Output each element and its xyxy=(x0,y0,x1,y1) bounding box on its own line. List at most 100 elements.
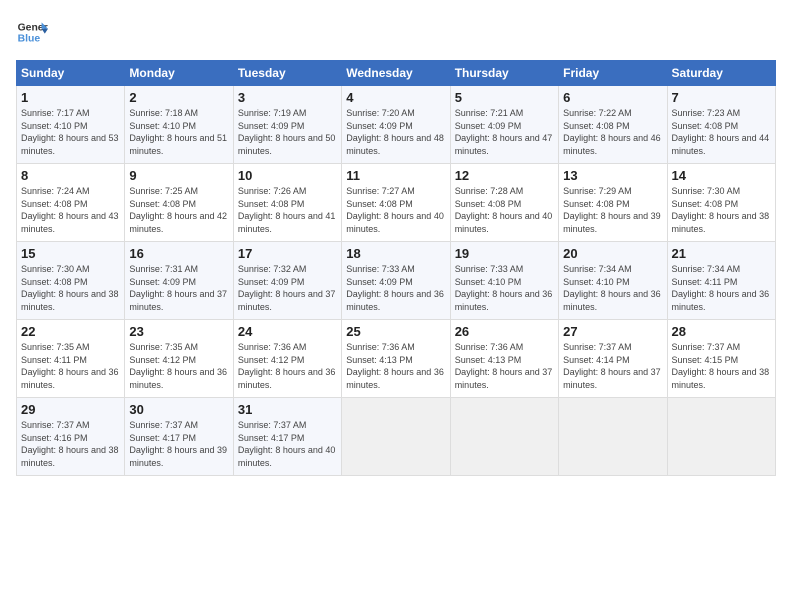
calendar-cell: 26 Sunrise: 7:36 AMSunset: 4:13 PMDayligh… xyxy=(450,320,558,398)
day-number: 9 xyxy=(129,168,228,183)
day-number: 7 xyxy=(672,90,771,105)
calendar-cell: 2 Sunrise: 7:18 AMSunset: 4:10 PMDaylight… xyxy=(125,86,233,164)
calendar-cell: 5 Sunrise: 7:21 AMSunset: 4:09 PMDaylight… xyxy=(450,86,558,164)
day-number: 26 xyxy=(455,324,554,339)
day-number: 5 xyxy=(455,90,554,105)
day-number: 2 xyxy=(129,90,228,105)
day-number: 29 xyxy=(21,402,120,417)
day-info: Sunrise: 7:25 AMSunset: 4:08 PMDaylight:… xyxy=(129,185,228,235)
calendar-week-2: 8 Sunrise: 7:24 AMSunset: 4:08 PMDaylight… xyxy=(17,164,776,242)
day-info: Sunrise: 7:35 AMSunset: 4:11 PMDaylight:… xyxy=(21,341,120,391)
day-info: Sunrise: 7:29 AMSunset: 4:08 PMDaylight:… xyxy=(563,185,662,235)
svg-text:Blue: Blue xyxy=(18,34,41,45)
day-number: 12 xyxy=(455,168,554,183)
day-info: Sunrise: 7:27 AMSunset: 4:08 PMDaylight:… xyxy=(346,185,445,235)
calendar-cell: 3 Sunrise: 7:19 AMSunset: 4:09 PMDaylight… xyxy=(233,86,341,164)
calendar-cell: 29 Sunrise: 7:37 AMSunset: 4:16 PMDayligh… xyxy=(17,398,125,476)
day-number: 25 xyxy=(346,324,445,339)
calendar-cell: 18 Sunrise: 7:33 AMSunset: 4:09 PMDayligh… xyxy=(342,242,450,320)
day-number: 15 xyxy=(21,246,120,261)
day-number: 1 xyxy=(21,90,120,105)
day-info: Sunrise: 7:19 AMSunset: 4:09 PMDaylight:… xyxy=(238,107,337,157)
day-number: 10 xyxy=(238,168,337,183)
calendar-cell: 23Sunrise: 7:35 AMSunset: 4:12 PMDayligh… xyxy=(125,320,233,398)
calendar-cell: 1 Sunrise: 7:17 AMSunset: 4:10 PMDaylight… xyxy=(17,86,125,164)
logo-icon: General Blue xyxy=(16,16,48,48)
page-header: General Blue xyxy=(16,16,776,48)
day-info: Sunrise: 7:37 AMSunset: 4:15 PMDaylight:… xyxy=(672,341,771,391)
day-number: 27 xyxy=(563,324,662,339)
logo: General Blue xyxy=(16,16,48,48)
calendar-table: SundayMondayTuesdayWednesdayThursdayFrid… xyxy=(16,60,776,476)
day-number: 11 xyxy=(346,168,445,183)
calendar-cell xyxy=(450,398,558,476)
day-number: 3 xyxy=(238,90,337,105)
day-number: 19 xyxy=(455,246,554,261)
calendar-week-4: 22 Sunrise: 7:35 AMSunset: 4:11 PMDayligh… xyxy=(17,320,776,398)
day-number: 14 xyxy=(672,168,771,183)
day-number: 8 xyxy=(21,168,120,183)
calendar-cell: 17 Sunrise: 7:32 AMSunset: 4:09 PMDayligh… xyxy=(233,242,341,320)
calendar-cell: 6Sunrise: 7:22 AMSunset: 4:08 PMDaylight… xyxy=(559,86,667,164)
day-info: Sunrise: 7:26 AMSunset: 4:08 PMDaylight:… xyxy=(238,185,337,235)
weekday-header-tuesday: Tuesday xyxy=(233,61,341,86)
day-info: Sunrise: 7:36 AMSunset: 4:12 PMDaylight:… xyxy=(238,341,337,391)
weekday-header-saturday: Saturday xyxy=(667,61,775,86)
day-info: Sunrise: 7:21 AMSunset: 4:09 PMDaylight:… xyxy=(455,107,554,157)
weekday-header-monday: Monday xyxy=(125,61,233,86)
day-number: 22 xyxy=(21,324,120,339)
day-info: Sunrise: 7:30 AMSunset: 4:08 PMDaylight:… xyxy=(672,185,771,235)
calendar-cell: 11 Sunrise: 7:27 AMSunset: 4:08 PMDayligh… xyxy=(342,164,450,242)
calendar-week-3: 15 Sunrise: 7:30 AMSunset: 4:08 PMDayligh… xyxy=(17,242,776,320)
day-number: 24 xyxy=(238,324,337,339)
day-info: Sunrise: 7:33 AMSunset: 4:10 PMDaylight:… xyxy=(455,263,554,313)
calendar-cell: 27Sunrise: 7:37 AMSunset: 4:14 PMDayligh… xyxy=(559,320,667,398)
day-info: Sunrise: 7:33 AMSunset: 4:09 PMDaylight:… xyxy=(346,263,445,313)
day-number: 20 xyxy=(563,246,662,261)
day-info: Sunrise: 7:28 AMSunset: 4:08 PMDaylight:… xyxy=(455,185,554,235)
day-info: Sunrise: 7:36 AMSunset: 4:13 PMDaylight:… xyxy=(346,341,445,391)
day-info: Sunrise: 7:30 AMSunset: 4:08 PMDaylight:… xyxy=(21,263,120,313)
calendar-cell: 24 Sunrise: 7:36 AMSunset: 4:12 PMDayligh… xyxy=(233,320,341,398)
day-number: 18 xyxy=(346,246,445,261)
calendar-cell: 10 Sunrise: 7:26 AMSunset: 4:08 PMDayligh… xyxy=(233,164,341,242)
day-number: 21 xyxy=(672,246,771,261)
calendar-cell: 31Sunrise: 7:37 AMSunset: 4:17 PMDayligh… xyxy=(233,398,341,476)
calendar-cell: 4Sunrise: 7:20 AMSunset: 4:09 PMDaylight… xyxy=(342,86,450,164)
day-info: Sunrise: 7:31 AMSunset: 4:09 PMDaylight:… xyxy=(129,263,228,313)
day-info: Sunrise: 7:37 AMSunset: 4:16 PMDaylight:… xyxy=(21,419,120,469)
calendar-cell: 30 Sunrise: 7:37 AMSunset: 4:17 PMDayligh… xyxy=(125,398,233,476)
calendar-cell: 8 Sunrise: 7:24 AMSunset: 4:08 PMDaylight… xyxy=(17,164,125,242)
day-info: Sunrise: 7:36 AMSunset: 4:13 PMDaylight:… xyxy=(455,341,554,391)
day-number: 17 xyxy=(238,246,337,261)
calendar-cell: 25 Sunrise: 7:36 AMSunset: 4:13 PMDayligh… xyxy=(342,320,450,398)
day-number: 31 xyxy=(238,402,337,417)
day-info: Sunrise: 7:20 AMSunset: 4:09 PMDaylight:… xyxy=(346,107,445,157)
calendar-cell: 21 Sunrise: 7:34 AMSunset: 4:11 PMDayligh… xyxy=(667,242,775,320)
calendar-cell: 19 Sunrise: 7:33 AMSunset: 4:10 PMDayligh… xyxy=(450,242,558,320)
calendar-cell: 7 Sunrise: 7:23 AMSunset: 4:08 PMDaylight… xyxy=(667,86,775,164)
calendar-cell: 16 Sunrise: 7:31 AMSunset: 4:09 PMDayligh… xyxy=(125,242,233,320)
day-info: Sunrise: 7:37 AMSunset: 4:17 PMDaylight:… xyxy=(129,419,228,469)
weekday-header-sunday: Sunday xyxy=(17,61,125,86)
calendar-cell xyxy=(342,398,450,476)
day-info: Sunrise: 7:34 AMSunset: 4:11 PMDaylight:… xyxy=(672,263,771,313)
day-info: Sunrise: 7:32 AMSunset: 4:09 PMDaylight:… xyxy=(238,263,337,313)
day-info: Sunrise: 7:18 AMSunset: 4:10 PMDaylight:… xyxy=(129,107,228,157)
day-info: Sunrise: 7:22 AMSunset: 4:08 PMDaylight:… xyxy=(563,107,662,157)
day-number: 16 xyxy=(129,246,228,261)
day-number: 28 xyxy=(672,324,771,339)
day-info: Sunrise: 7:17 AMSunset: 4:10 PMDaylight:… xyxy=(21,107,120,157)
weekday-header-friday: Friday xyxy=(559,61,667,86)
day-number: 30 xyxy=(129,402,228,417)
calendar-week-1: 1 Sunrise: 7:17 AMSunset: 4:10 PMDaylight… xyxy=(17,86,776,164)
day-info: Sunrise: 7:23 AMSunset: 4:08 PMDaylight:… xyxy=(672,107,771,157)
calendar-cell: 13 Sunrise: 7:29 AMSunset: 4:08 PMDayligh… xyxy=(559,164,667,242)
calendar-cell: 12 Sunrise: 7:28 AMSunset: 4:08 PMDayligh… xyxy=(450,164,558,242)
day-number: 23 xyxy=(129,324,228,339)
calendar-cell: 20Sunrise: 7:34 AMSunset: 4:10 PMDayligh… xyxy=(559,242,667,320)
day-info: Sunrise: 7:24 AMSunset: 4:08 PMDaylight:… xyxy=(21,185,120,235)
calendar-cell xyxy=(667,398,775,476)
day-number: 13 xyxy=(563,168,662,183)
calendar-cell: 15 Sunrise: 7:30 AMSunset: 4:08 PMDayligh… xyxy=(17,242,125,320)
